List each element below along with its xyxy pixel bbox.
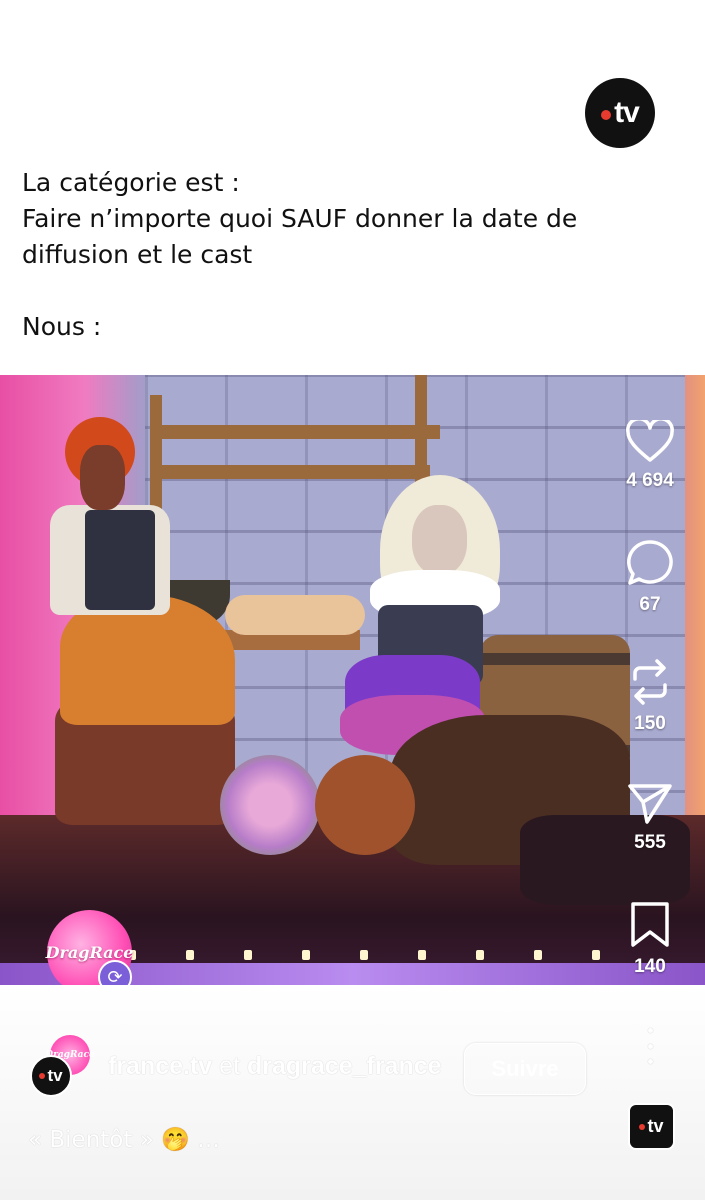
author-connector: et — [219, 1052, 241, 1080]
save-action[interactable]: 140 — [610, 900, 690, 978]
author-names: france.tv et dragrace_france — [108, 1052, 442, 1081]
repost-icon[interactable] — [625, 657, 675, 707]
author-dragrace[interactable]: dragrace_france — [247, 1052, 442, 1080]
repost-count: 150 — [634, 713, 666, 734]
right-performer-face — [412, 505, 467, 575]
bookmark-icon[interactable] — [628, 900, 672, 950]
logo-text: tv — [614, 96, 640, 129]
follow-button[interactable]: Suivre — [464, 1043, 586, 1095]
francetv-logo[interactable]: tv — [585, 78, 655, 148]
avatar-dot — [39, 1073, 46, 1079]
horse-costume-head — [315, 755, 415, 855]
comment-action[interactable]: 67 — [610, 538, 690, 616]
audio-thumbnail[interactable]: tv — [628, 1103, 675, 1150]
post-text-line-4: Nous : — [22, 312, 102, 341]
share-count: 555 — [634, 832, 666, 853]
post-text-line-2: Faire n’importe quoi SAUF donner la date… — [22, 204, 578, 233]
bread-loaves — [225, 595, 365, 635]
repost-action[interactable]: 150 — [610, 657, 690, 735]
flower-bouquet — [220, 755, 320, 855]
more-options-icon[interactable] — [640, 1028, 660, 1064]
shelf-plank — [150, 425, 440, 439]
post-text-line-3: diffusion et le cast — [22, 240, 253, 269]
shelf-plank — [150, 465, 430, 479]
post-text-line-1: La catégorie est : — [22, 168, 240, 197]
left-performer-apron — [85, 510, 155, 610]
comment-count: 67 — [639, 594, 661, 615]
francetv-avatar[interactable]: tv — [30, 1055, 72, 1097]
author-francetv[interactable]: france.tv — [108, 1052, 212, 1080]
heart-icon[interactable] — [625, 420, 675, 464]
audio-dot — [639, 1123, 646, 1130]
like-action[interactable]: 4 694 — [610, 420, 690, 492]
dragrace-logo-text: DragRace — [45, 943, 134, 962]
share-action[interactable]: 555 — [610, 780, 690, 854]
save-count: 140 — [634, 956, 666, 977]
francetv-avatar-text: tv — [47, 1066, 63, 1085]
bottom-overlay — [0, 985, 705, 1200]
logo-dot — [601, 110, 612, 120]
video-player[interactable] — [0, 375, 705, 985]
audio-text: tv — [647, 1116, 664, 1136]
like-count: 4 694 — [626, 470, 674, 491]
comment-icon[interactable] — [625, 538, 675, 588]
left-performer-face — [80, 445, 125, 510]
reel-caption[interactable]: « Bientôt » 🤭 … — [28, 1126, 220, 1153]
send-icon[interactable] — [625, 780, 675, 826]
post-text: La catégorie est : Faire n’importe quoi … — [22, 165, 682, 345]
